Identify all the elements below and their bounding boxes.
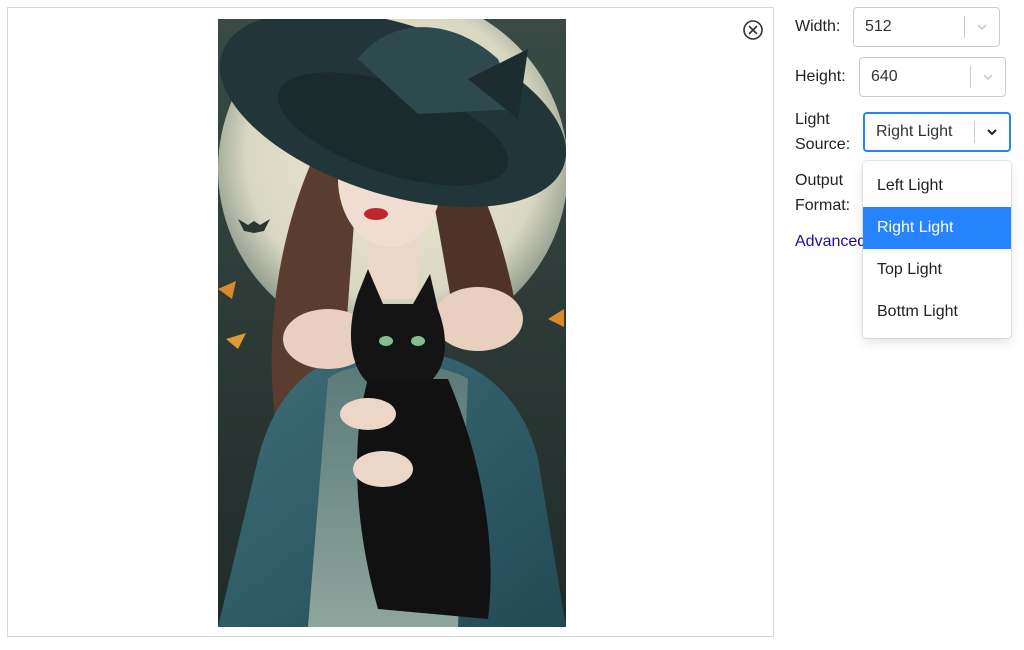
menu-item-top-light[interactable]: Top Light [863, 249, 1011, 291]
preview-image [218, 19, 566, 627]
menu-item-bottom-light[interactable]: Bottm Light [863, 291, 1011, 333]
height-value: 640 [871, 68, 898, 85]
light-source-label-line1: Light [795, 111, 830, 128]
close-button[interactable] [742, 19, 764, 41]
height-select[interactable]: 640 [859, 57, 1006, 97]
chevron-down-icon[interactable] [971, 70, 1005, 84]
light-source-label-line2: Source: [795, 136, 851, 153]
output-format-label-line1: Output [795, 172, 844, 189]
chevron-down-icon[interactable] [975, 125, 1009, 139]
witch-portrait-illustration [218, 19, 566, 627]
menu-item-right-light[interactable]: Right Light [863, 207, 1011, 249]
close-circle-icon [743, 20, 763, 40]
width-value: 512 [865, 18, 892, 35]
preview-panel [7, 7, 774, 637]
chevron-down-icon[interactable] [965, 20, 999, 34]
menu-item-left-light[interactable]: Left Light [863, 165, 1011, 207]
light-source-value: Right Light [876, 123, 953, 140]
output-format-label-line2: Format: [795, 197, 851, 214]
advanced-link[interactable]: Advanced [795, 229, 866, 254]
light-source-dropdown-menu: Left Light Right Light Top Light Bottm L… [863, 161, 1011, 338]
height-label: Height: [795, 68, 846, 85]
width-label: Width: [795, 18, 841, 35]
width-select[interactable]: 512 [853, 7, 1000, 47]
light-source-select[interactable]: Right Light [863, 112, 1011, 152]
